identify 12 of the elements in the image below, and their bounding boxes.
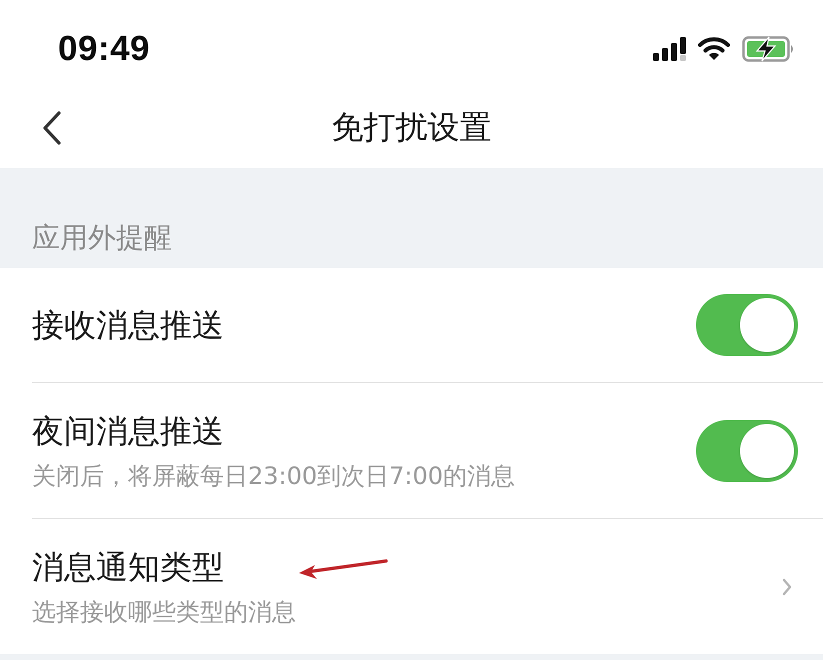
status-time: 09:49 (58, 29, 150, 69)
signal-icon (653, 37, 686, 61)
row-title: 夜间消息推送 (32, 411, 224, 452)
wifi-icon (698, 37, 730, 61)
chevron-right-icon (782, 578, 792, 596)
page-title: 免打扰设置 (332, 107, 492, 148)
row-subtitle: 选择接收哪些类型的消息 (32, 597, 296, 628)
battery-charging-icon (742, 36, 795, 62)
row-title: 接收消息推送 (32, 305, 224, 346)
back-icon (42, 111, 62, 145)
row-title: 消息通知类型 (32, 547, 224, 588)
row-subtitle: 关闭后，将屏蔽每日23:00到次日7:00的消息 (32, 461, 516, 492)
